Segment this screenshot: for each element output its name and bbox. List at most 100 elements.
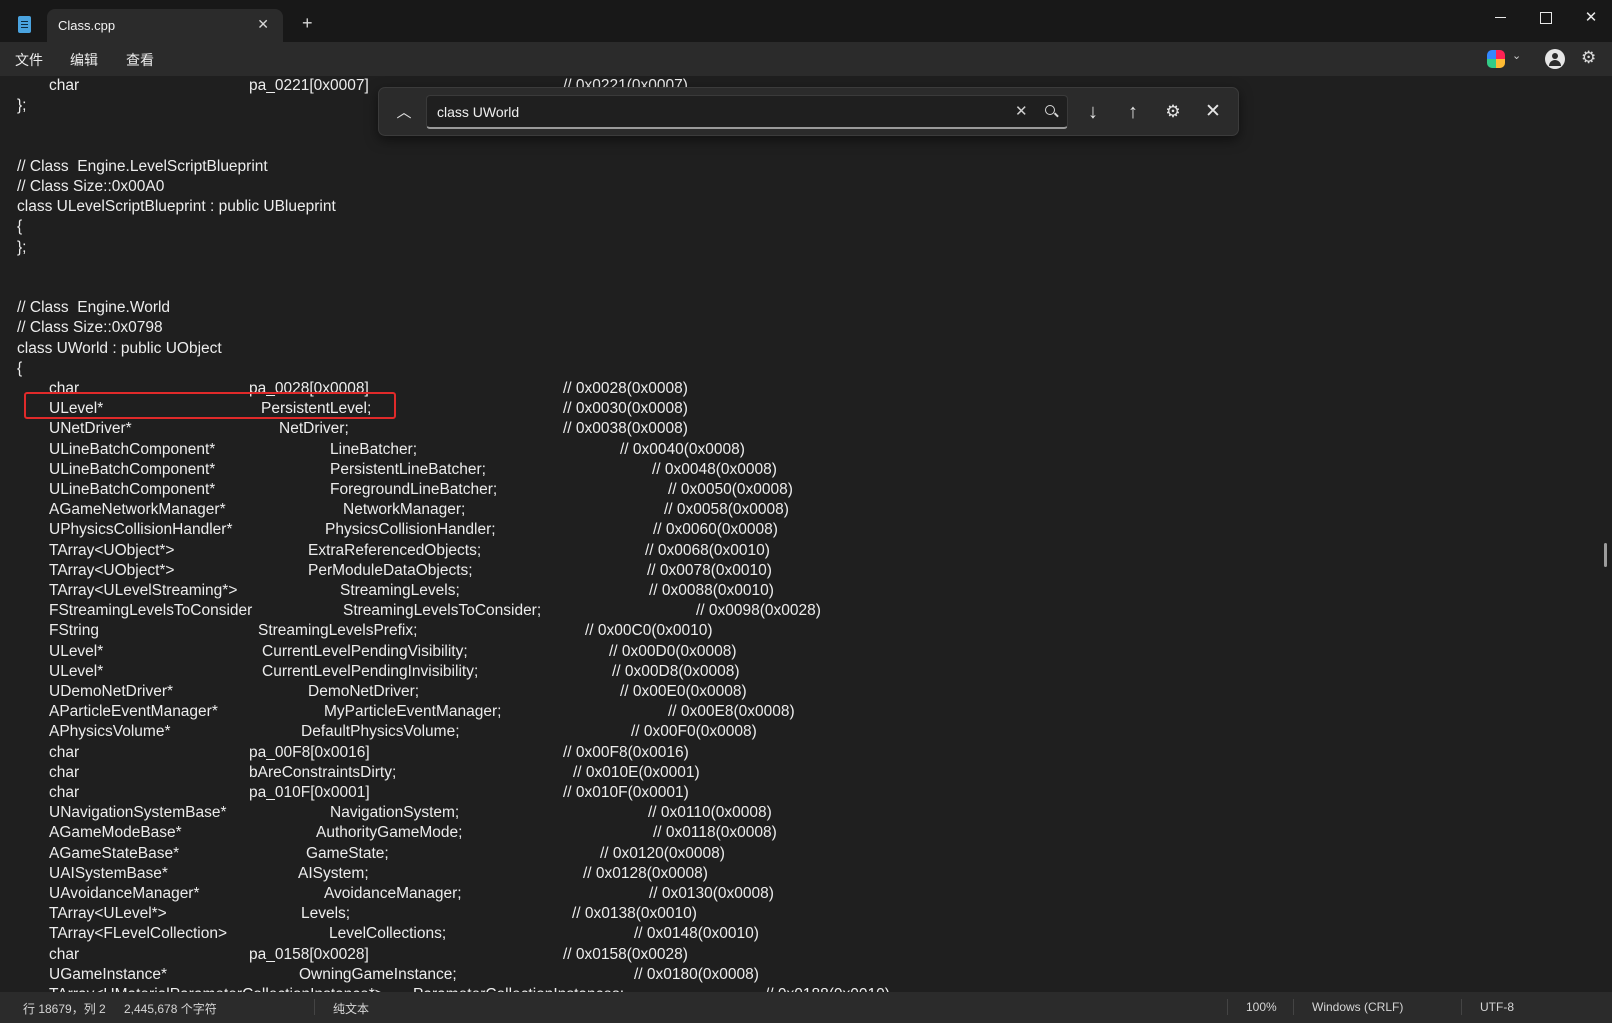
code-type: TArray<UObject*>: [49, 541, 175, 559]
code-line: // Class Engine.LevelScriptBlueprint: [17, 157, 1577, 177]
code-type: ULevel*: [49, 642, 104, 660]
code-member: OwningGameInstance;: [299, 965, 457, 983]
code-comment: // 0x00E8(0x0008): [668, 703, 795, 721]
code-type: {: [17, 359, 23, 377]
code-member: LevelCollections;: [329, 925, 447, 943]
account-icon[interactable]: [1545, 49, 1565, 69]
code-type: {: [17, 218, 23, 236]
code-line: UNavigationSystemBase* NavigationSystem; /…: [17, 803, 1577, 823]
code-type: UGameInstance*: [49, 965, 168, 983]
chevron-down-icon[interactable]: ⌄: [1512, 49, 1521, 62]
close-icon[interactable]: ✕: [1200, 99, 1226, 125]
code-line: FStreamingLevelsToConsider StreamingLevel…: [17, 601, 1577, 621]
code-type: TArray<UObject*>: [49, 561, 175, 579]
code-type: UAISystemBase*: [49, 864, 168, 882]
code-comment: // 0x010E(0x0001): [573, 763, 700, 781]
code-comment: // 0x00C0(0x0010): [585, 622, 713, 640]
code-comment: // 0x0058(0x0008): [664, 501, 789, 519]
code-comment: // 0x0060(0x0008): [653, 521, 778, 539]
code-type: UAvoidanceManager*: [49, 885, 200, 902]
code-comment: // 0x0028(0x0008): [563, 380, 688, 397]
code-line: TArray<ULevel*> Levels; // 0x0138(0x0010): [17, 904, 1577, 924]
code-type: };: [17, 97, 27, 115]
line-ending[interactable]: Windows (CRLF): [1312, 1000, 1403, 1014]
code-type: class UWorld : public UObject: [17, 339, 222, 357]
code-line: char bAreConstraintsDirty; // 0x010E(0x000…: [17, 763, 1577, 783]
code-member: bAreConstraintsDirty;: [249, 763, 397, 781]
code-line: // Class Size::0x0798: [17, 318, 1577, 338]
copilot-icon[interactable]: [1487, 50, 1505, 68]
find-input-container: ✕: [426, 95, 1068, 129]
code-member: PhysicsCollisionHandler;: [325, 521, 496, 539]
minimize-button[interactable]: [1491, 8, 1511, 28]
new-tab-icon[interactable]: +: [302, 14, 313, 32]
code-comment: // 0x00F8(0x0016): [563, 743, 689, 761]
code-comment: // 0x0038(0x0008): [563, 420, 688, 438]
code-comment: // 0x010F(0x0001): [563, 784, 689, 801]
file-type: 纯文本: [333, 1002, 370, 1016]
code-type: FString: [49, 622, 99, 640]
code-member: GameState;: [306, 844, 389, 862]
tab-class-cpp[interactable]: Class.cpp ✕: [47, 9, 283, 42]
code-line: TArray<UObject*> PerModuleDataObjects; // …: [17, 561, 1577, 581]
find-input[interactable]: [437, 102, 997, 122]
code-line: };: [17, 238, 1577, 258]
code-comment: // 0x0050(0x0008): [668, 481, 793, 498]
gear-icon[interactable]: ⚙: [1581, 48, 1596, 68]
code-member: PerModuleDataObjects;: [308, 561, 473, 579]
menu-edit[interactable]: 编辑: [70, 50, 98, 70]
code-type: // Class Engine.World: [17, 299, 171, 317]
maximize-button[interactable]: [1536, 8, 1556, 28]
text-editor[interactable]: char pa_0221[0x0007]// 0x0221(0x0007)};//…: [0, 76, 1612, 992]
code-line: AGameModeBase* AuthorityGameMode; // 0x011…: [17, 823, 1577, 843]
expand-replace-toggle-icon[interactable]: ︿: [393, 101, 415, 123]
code-line: APhysicsVolume* DefaultPhysicsVolume; // 0…: [17, 722, 1577, 742]
code-line: AGameNetworkManager* NetworkManager; // 0x…: [17, 500, 1577, 520]
code-line: TArray<UObject*> ExtraReferencedObjects; /…: [17, 541, 1577, 561]
file-encoding[interactable]: UTF-8: [1480, 1000, 1514, 1014]
code-member: StreamingLevelsToConsider;: [343, 602, 542, 620]
code-type: char: [49, 77, 80, 94]
code-line: UNetDriver* NetDriver; // 0x0038(0x0008): [17, 419, 1577, 439]
code-line: {: [17, 217, 1577, 237]
code-type: char: [49, 743, 80, 761]
code-type: TArray<ULevelStreaming*>: [49, 582, 238, 599]
code-member: pa_010F[0x0001]: [249, 784, 370, 801]
code-type: // Class Engine.LevelScriptBlueprint: [17, 157, 268, 175]
code-member: CurrentLevelPendingInvisibility;: [262, 662, 479, 680]
code-line: TArray<UMaterialParameterCollectionInsta…: [17, 985, 1577, 992]
code-member: NetworkManager;: [343, 501, 466, 519]
code-member: pa_0221[0x0007]: [249, 77, 369, 94]
code-lines: char pa_0221[0x0007]// 0x0221(0x0007)};//…: [0, 76, 1600, 992]
character-count: 2,445,678 个字符: [124, 1002, 217, 1016]
highlight-annotation-box: [24, 392, 396, 419]
code-member: ForegroundLineBatcher;: [330, 481, 498, 498]
code-member: PersistentLineBatcher;: [330, 460, 486, 478]
code-line: UPhysicsCollisionHandler* PhysicsCollisio…: [17, 520, 1577, 540]
search-icon[interactable]: [1042, 101, 1060, 119]
code-member: NavigationSystem;: [330, 804, 460, 822]
code-comment: // 0x0110(0x0008): [648, 804, 772, 822]
code-comment: // 0x0120(0x0008): [600, 844, 725, 862]
scrollbar-thumb[interactable]: [1604, 543, 1607, 567]
menu-file[interactable]: 文件: [15, 50, 43, 70]
code-member: AuthorityGameMode;: [316, 824, 463, 842]
code-type: AGameModeBase*: [49, 824, 182, 842]
code-comment: // 0x0180(0x0008): [634, 965, 759, 983]
window-close-button[interactable]: ✕: [1581, 8, 1601, 28]
find-options-icon[interactable]: ⚙: [1160, 99, 1186, 125]
code-line: ULineBatchComponent* PersistentLineBatche…: [17, 460, 1577, 480]
zoom-level[interactable]: 100%: [1246, 1000, 1277, 1014]
code-type: // Class Size::0x00A0: [17, 178, 165, 195]
code-type: char: [49, 763, 80, 781]
code-line: ULevel* CurrentLevelPendingInvisibility; /…: [17, 662, 1577, 682]
menu-view[interactable]: 查看: [126, 50, 154, 70]
tab-close-icon[interactable]: ✕: [257, 16, 269, 33]
code-line: class ULevelScriptBlueprint : public UBl…: [17, 197, 1577, 217]
code-member: DemoNetDriver;: [308, 683, 420, 700]
clear-icon[interactable]: ✕: [1015, 102, 1028, 120]
code-comment: // 0x0158(0x0028): [563, 945, 688, 963]
find-next-arrow-down-icon[interactable]: ↓: [1080, 99, 1106, 125]
find-previous-arrow-up-icon[interactable]: ↑: [1120, 99, 1146, 125]
code-comment: // 0x0188(0x0010): [765, 985, 890, 992]
